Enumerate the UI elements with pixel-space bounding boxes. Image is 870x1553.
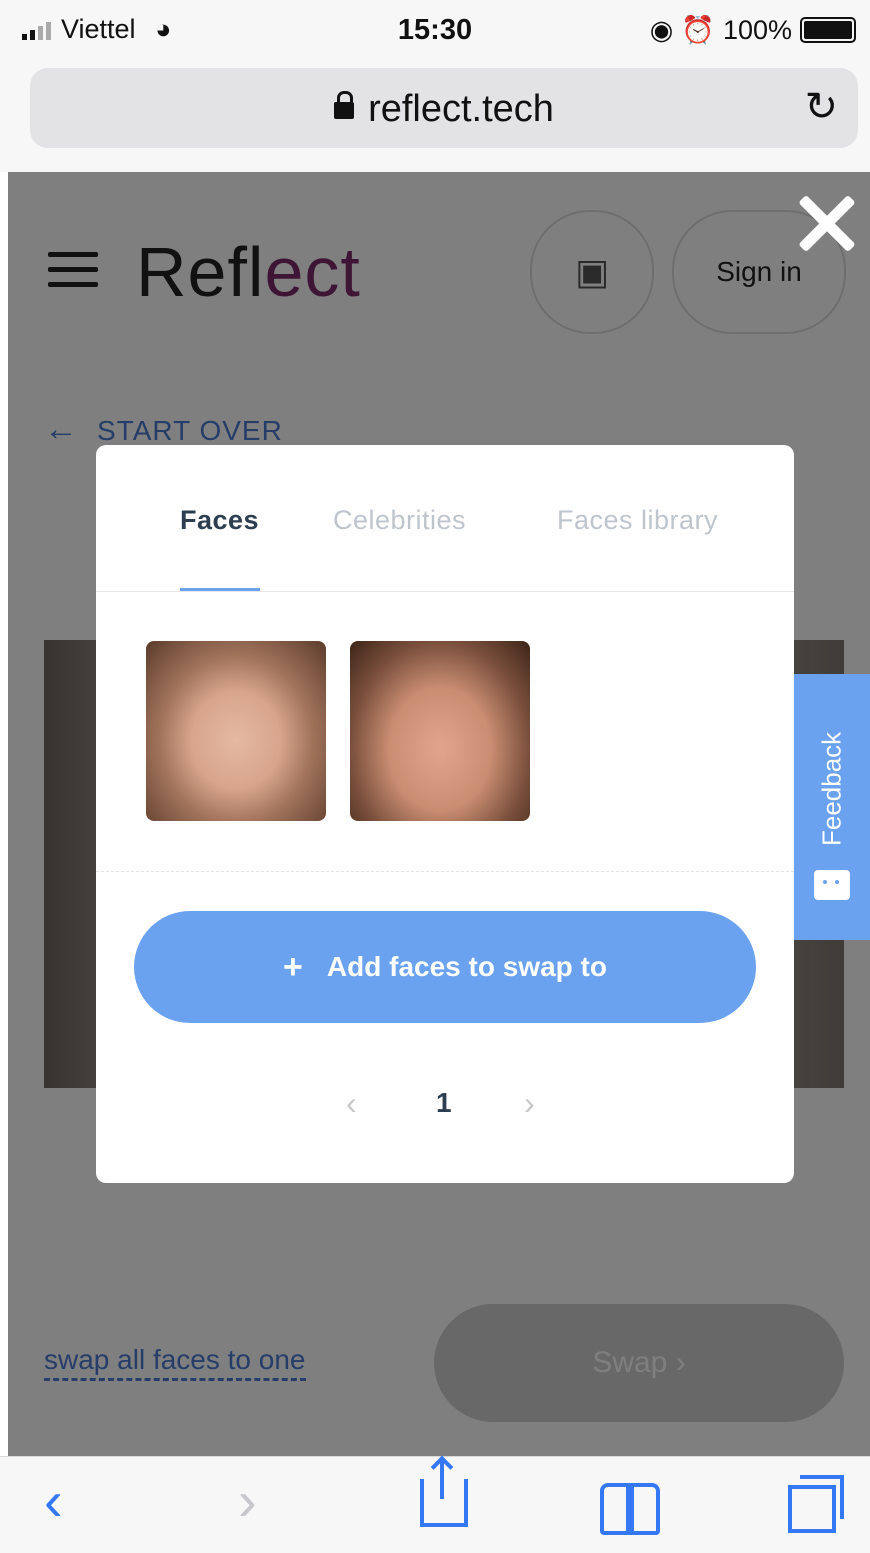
close-icon[interactable]	[796, 192, 858, 254]
pagination: ‹ 1 ›	[96, 1085, 794, 1125]
add-faces-label: Add faces to swap to	[326, 951, 607, 982]
browser-toolbar: reflect.tech ↻	[0, 60, 870, 172]
face-picker-modal: Faces Celebrities Faces library + Add fac…	[96, 445, 794, 1183]
add-faces-button[interactable]: + Add faces to swap to	[134, 911, 756, 1023]
battery-icon	[800, 17, 856, 43]
status-bar: Viettel ◕ 15:30 ◉ ⏰ 100%	[0, 0, 870, 60]
divider	[96, 871, 794, 872]
chevron-left-icon[interactable]: ‹	[346, 1085, 357, 1122]
active-tab-indicator	[180, 588, 260, 591]
reload-icon[interactable]: ↻	[804, 84, 838, 130]
bookmarks-icon[interactable]	[600, 1483, 660, 1535]
tab-faces[interactable]: Faces	[180, 505, 259, 536]
chevron-right-icon[interactable]: ›	[524, 1085, 535, 1122]
rotation-lock-icon: ◉	[649, 14, 674, 45]
feedback-label: Feedback	[816, 731, 847, 847]
lock-icon	[334, 91, 355, 119]
status-right: ◉ ⏰ 100%	[650, 14, 856, 46]
feedback-icon	[814, 870, 850, 900]
current-page[interactable]: 1	[436, 1087, 452, 1119]
url-text: reflect.tech	[368, 88, 554, 130]
tab-faces-library[interactable]: Faces library	[557, 505, 718, 536]
face-thumbnail[interactable]	[146, 641, 326, 821]
tab-celebrities[interactable]: Celebrities	[333, 505, 466, 536]
share-icon[interactable]	[420, 1459, 468, 1527]
modal-tabs: Faces Celebrities Faces library	[96, 445, 794, 592]
feedback-tab[interactable]: Feedback	[794, 674, 870, 940]
face-thumbnail[interactable]	[350, 641, 530, 821]
tabs-icon[interactable]	[788, 1475, 844, 1533]
back-icon[interactable]: ‹	[44, 1473, 63, 1529]
plus-icon: +	[283, 947, 303, 986]
alarm-icon: ⏰	[681, 15, 715, 45]
battery-percent: 100%	[722, 14, 792, 45]
browser-bottom-toolbar: ‹ ›	[0, 1456, 870, 1553]
forward-icon[interactable]: ›	[238, 1473, 257, 1529]
url-display[interactable]: reflect.tech	[30, 88, 858, 131]
address-bar[interactable]: reflect.tech ↻	[30, 68, 858, 148]
